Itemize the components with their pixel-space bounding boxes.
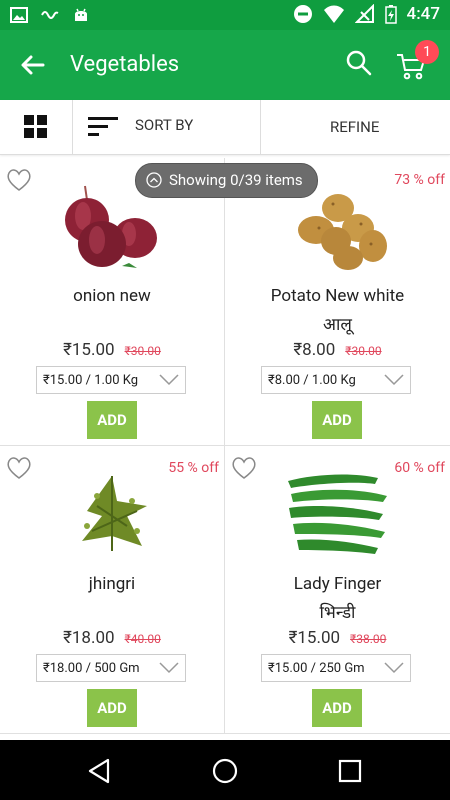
product-card[interactable]: onion new ₹15.00 ₹30.00 ₹15.00 / 1.00 Kg… — [0, 158, 225, 446]
product-mrp: ₹40.00 — [124, 632, 161, 646]
lady-finger-image — [287, 474, 387, 554]
product-price: ₹15.00 — [63, 340, 115, 360]
chevron-down-icon — [384, 662, 404, 674]
product-price: ₹8.00 — [293, 340, 336, 360]
price-row: ₹15.00 ₹38.00 — [225, 628, 450, 648]
quantity-select[interactable]: ₹18.00 / 500 Gm — [36, 654, 186, 682]
product-card[interactable]: 55 % off jhingri ₹18.00 ₹40.00 ₹18.00 / … — [0, 446, 225, 734]
product-mrp: ₹38.00 — [350, 632, 387, 646]
quantity-select-value: ₹15.00 / 250 Gm — [268, 661, 365, 676]
price-row: ₹15.00 ₹30.00 — [0, 340, 224, 360]
showing-items-text: Showing 0/39 items — [169, 171, 303, 189]
refine-button[interactable]: REFINE — [261, 100, 450, 154]
system-navigation-bar — [0, 740, 450, 800]
chevron-up-circle-icon — [146, 172, 162, 188]
quantity-select-value: ₹15.00 / 1.00 Kg — [43, 373, 139, 388]
wifi-icon — [323, 5, 344, 23]
nav-home-icon[interactable] — [211, 757, 239, 785]
showing-items-banner[interactable]: Showing 0/39 items — [135, 163, 318, 198]
add-to-cart-button[interactable]: ADD — [312, 401, 362, 439]
product-mrp: ₹30.00 — [345, 344, 382, 358]
product-price: ₹15.00 — [288, 628, 341, 648]
quantity-select-value: ₹8.00 / 1.00 Kg — [268, 373, 356, 388]
product-card[interactable]: 60 % off Lady Finger भिन्डी ₹15.00 ₹38.0… — [225, 446, 450, 734]
discount-label: 55 % off — [168, 460, 219, 476]
product-name: Potato New white — [270, 286, 405, 306]
chevron-down-icon — [159, 662, 179, 674]
product-price: ₹18.00 — [63, 628, 115, 648]
app-bar: Vegetables 1 — [0, 30, 450, 100]
sync-notification-icon — [41, 11, 59, 19]
product-name: Lady Finger — [293, 574, 382, 594]
product-card[interactable]: 73 % off Potato New white आलू ₹8.00 ₹30.… — [225, 158, 450, 446]
discount-label: 73 % off — [394, 172, 445, 188]
quantity-select[interactable]: ₹8.00 / 1.00 Kg — [261, 366, 411, 394]
status-time: 4:47 — [406, 4, 440, 24]
grid-view-button[interactable] — [0, 100, 73, 154]
product-mrp: ₹30.00 — [124, 344, 161, 358]
battery-icon — [384, 5, 397, 24]
product-name: onion new — [73, 286, 151, 306]
price-row: ₹18.00 ₹40.00 — [0, 628, 224, 648]
sort-by-label: SORT BY — [135, 116, 194, 134]
status-bar: 4:47 — [0, 0, 450, 30]
sort-icon — [88, 117, 118, 136]
search-icon[interactable] — [346, 50, 372, 76]
image-notification-icon — [10, 7, 28, 23]
heart-icon[interactable] — [231, 456, 257, 480]
nav-back-icon[interactable] — [86, 757, 114, 785]
grid-view-icon — [24, 115, 47, 138]
add-to-cart-button[interactable]: ADD — [87, 401, 137, 439]
filter-toolbar: SORT BY REFINE — [0, 100, 450, 155]
product-grid: onion new ₹15.00 ₹30.00 ₹15.00 / 1.00 Kg… — [0, 158, 450, 740]
refine-label: REFINE — [330, 118, 380, 136]
back-arrow-icon[interactable] — [18, 50, 48, 80]
quantity-select-value: ₹18.00 / 500 Gm — [43, 661, 140, 676]
price-row: ₹8.00 ₹30.00 — [225, 340, 450, 360]
quantity-select[interactable]: ₹15.00 / 250 Gm — [261, 654, 411, 682]
product-subname: आलू — [323, 315, 352, 335]
product-name: jhingri — [88, 574, 136, 594]
heart-icon[interactable] — [6, 168, 32, 192]
product-subname: भिन्डी — [319, 603, 356, 623]
chevron-down-icon — [159, 374, 179, 386]
nav-recents-icon[interactable] — [336, 757, 364, 785]
quantity-select[interactable]: ₹15.00 / 1.00 Kg — [36, 366, 186, 394]
chevron-down-icon — [384, 374, 404, 386]
android-notification-icon — [75, 8, 87, 21]
heart-icon[interactable] — [6, 456, 32, 480]
sort-by-button[interactable]: SORT BY — [72, 100, 261, 154]
discount-label: 60 % off — [394, 460, 445, 476]
jhingri-image — [82, 476, 147, 551]
signal-icon — [354, 4, 374, 23]
do-not-disturb-icon — [293, 5, 312, 23]
page-title: Vegetables — [70, 52, 180, 77]
add-to-cart-button[interactable]: ADD — [312, 689, 362, 727]
cart-count-badge: 1 — [415, 40, 439, 64]
add-to-cart-button[interactable]: ADD — [87, 689, 137, 727]
